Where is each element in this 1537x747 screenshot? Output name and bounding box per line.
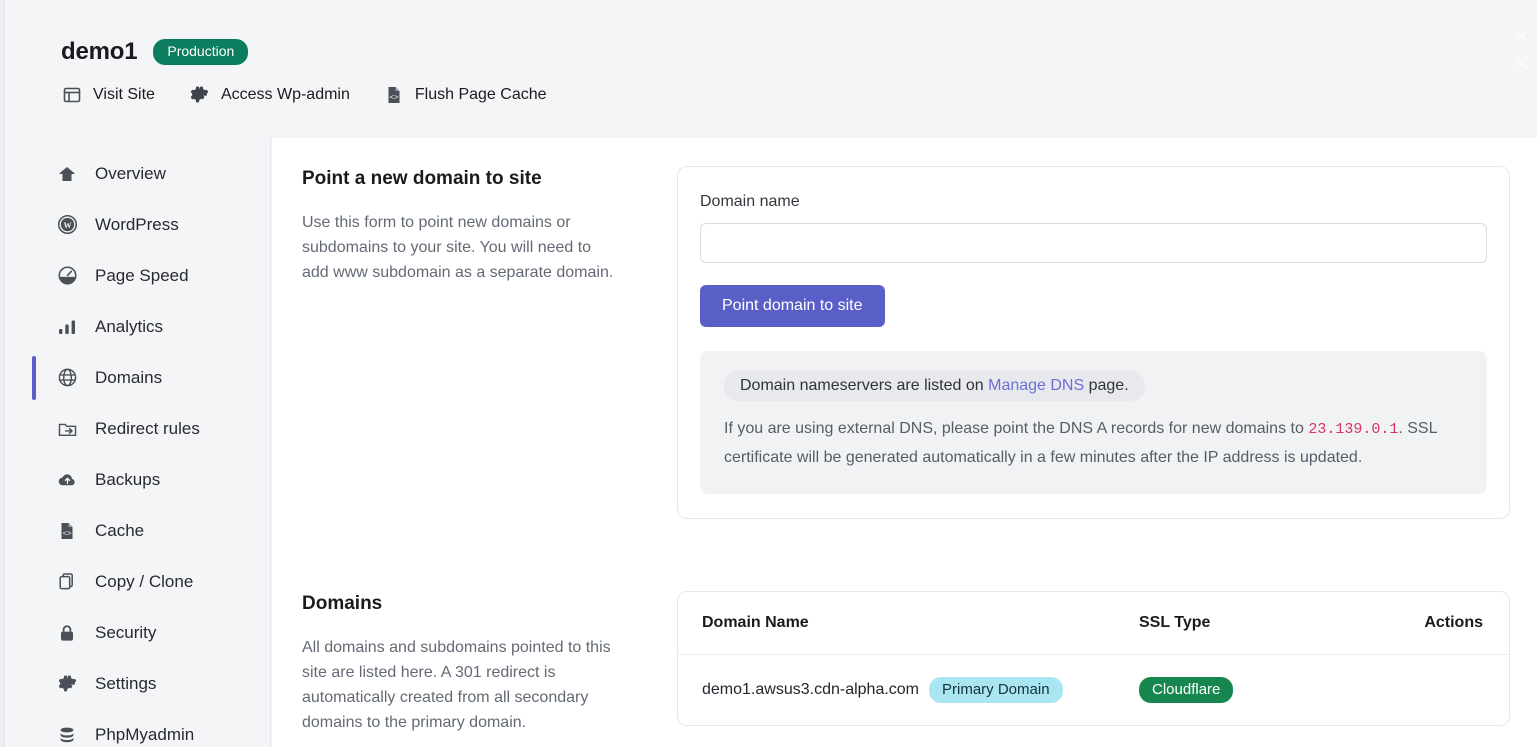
sidebar-label-security: Security	[95, 622, 157, 642]
flush-page-cache-label: Flush Page Cache	[414, 85, 547, 103]
bar-chart-icon	[56, 317, 78, 337]
point-domain-panel: Domain name Point domain to site Domain …	[677, 166, 1510, 519]
sidebar-item-overview[interactable]: Overview	[5, 148, 270, 199]
sidebar-label-copy-clone: Copy / Clone	[95, 571, 194, 591]
cell-actions[interactable]	[1369, 655, 1509, 726]
database-icon	[56, 725, 78, 745]
manage-dns-link[interactable]: Manage DNS	[988, 377, 1084, 394]
ssl-type-badge: Cloudflare	[1139, 677, 1234, 703]
site-title-row: demo1 Production	[61, 38, 249, 66]
home-icon	[56, 164, 78, 184]
domain-cell: demo1.awsus3.cdn-alpha.com Primary Domai…	[702, 677, 1139, 703]
sidebar-label-redirect-rules: Redirect rules	[95, 418, 200, 438]
cell-domain-name: demo1.awsus3.cdn-alpha.com Primary Domai…	[678, 655, 1139, 726]
visit-site-label: Visit Site	[93, 85, 155, 103]
page-title: demo1	[61, 38, 138, 65]
page-header: demo1 Production Visit Site Access Wp-ad…	[5, 0, 1537, 138]
wordpress-icon: W	[56, 214, 78, 235]
environment-badge: Production	[153, 39, 249, 65]
access-wp-admin-label: Access Wp-admin	[220, 85, 350, 103]
point-domain-info: Point a new domain to site Use this form…	[302, 138, 677, 519]
domains-info: Domains All domains and subdomains point…	[302, 563, 677, 735]
column-domain-name: Domain Name	[678, 592, 1139, 655]
domains-description: All domains and subdomains pointed to th…	[302, 639, 611, 731]
svg-text:<>: <>	[62, 530, 72, 538]
dns-notice-chip-before: Domain nameservers are listed on	[740, 377, 989, 394]
lock-icon	[56, 623, 78, 643]
domains-table-body: demo1.awsus3.cdn-alpha.com Primary Domai…	[678, 655, 1509, 726]
app-root: demo1 Production Visit Site Access Wp-ad…	[0, 0, 1537, 747]
svg-text:<>: <>	[389, 94, 399, 102]
main-content: Point a new domain to site Use this form…	[272, 138, 1537, 747]
cloud-upload-icon	[56, 470, 78, 490]
flush-page-cache-button[interactable]: <> Flush Page Cache	[384, 85, 547, 105]
table-row: demo1.awsus3.cdn-alpha.com Primary Domai…	[678, 655, 1509, 726]
dns-notice-chip: Domain nameservers are listed on Manage …	[724, 371, 1145, 401]
point-domain-description: Use this form to point new domains or su…	[302, 214, 614, 281]
gauge-icon	[56, 265, 78, 286]
domains-section: Domains All domains and subdomains point…	[272, 563, 1537, 735]
gear-icon-sidebar	[56, 673, 78, 694]
sidebar: Overview W WordPress Page Speed Analytic…	[5, 138, 271, 747]
access-wp-admin-button[interactable]: Access Wp-admin	[189, 84, 350, 105]
browser-window-icon	[62, 85, 82, 105]
sidebar-label-wordpress: WordPress	[95, 214, 179, 234]
sidebar-label-page-speed: Page Speed	[95, 265, 189, 285]
domains-title: Domains	[302, 593, 383, 614]
sidebar-label-domains: Domains	[95, 367, 163, 387]
sidebar-item-backups[interactable]: Backups	[5, 454, 270, 505]
point-domain-title: Point a new domain to site	[302, 168, 542, 189]
file-code-icon: <>	[384, 85, 404, 105]
sidebar-label-settings: Settings	[95, 673, 157, 693]
domain-name-text: demo1.awsus3.cdn-alpha.com	[702, 681, 920, 698]
close-icon[interactable]	[1512, 26, 1531, 50]
point-domain-to-site-button[interactable]: Point domain to site	[700, 285, 885, 327]
visit-site-button[interactable]: Visit Site	[62, 85, 155, 105]
sidebar-label-backups: Backups	[95, 469, 161, 489]
domain-name-input[interactable]	[700, 223, 1487, 263]
sidebar-item-settings[interactable]: Settings	[5, 658, 270, 709]
gear-icon	[189, 84, 210, 105]
domains-panel: Domain Name SSL Type Actions demo1.awsus…	[677, 591, 1510, 726]
folder-arrow-icon	[56, 419, 78, 439]
close-marks-group	[1512, 26, 1531, 78]
svg-text:W: W	[63, 221, 71, 230]
dns-a-record-ip: 23.139.0.1	[1308, 421, 1399, 438]
domains-table: Domain Name SSL Type Actions demo1.awsus…	[678, 592, 1509, 725]
close-icon-secondary[interactable]	[1512, 54, 1531, 78]
sidebar-item-copy-clone[interactable]: Copy / Clone	[5, 556, 270, 607]
domain-name-label: Domain name	[700, 193, 800, 210]
dns-notice-body: If you are using external DNS, please po…	[724, 415, 1463, 472]
point-domain-form-wrap: Domain name Point domain to site Domain …	[677, 138, 1510, 519]
domains-table-head: Domain Name SSL Type Actions	[678, 592, 1509, 655]
sidebar-label-cache: Cache	[95, 520, 145, 540]
header-action-bar: Visit Site Access Wp-admin <> Flush Page…	[62, 84, 547, 105]
cell-ssl-type: Cloudflare	[1139, 655, 1369, 726]
sidebar-item-redirect-rules[interactable]: Redirect rules	[5, 403, 270, 454]
dns-notice-chip-after: page.	[1084, 377, 1129, 394]
sidebar-item-phpmyadmin[interactable]: PhpMyadmin	[5, 709, 270, 747]
globe-icon	[56, 367, 78, 388]
column-actions: Actions	[1369, 592, 1509, 655]
sidebar-item-cache[interactable]: <> Cache	[5, 505, 270, 556]
sidebar-label-overview: Overview	[95, 163, 166, 183]
copy-icon	[56, 572, 78, 592]
sidebar-item-page-speed[interactable]: Page Speed	[5, 250, 270, 301]
file-code-icon-sidebar: <>	[56, 521, 78, 541]
domains-table-wrap: Domain Name SSL Type Actions demo1.awsus…	[677, 563, 1510, 735]
dns-notice: Domain nameservers are listed on Manage …	[700, 351, 1487, 494]
table-header-row: Domain Name SSL Type Actions	[678, 592, 1509, 655]
sidebar-label-analytics: Analytics	[95, 316, 164, 336]
sidebar-item-security[interactable]: Security	[5, 607, 270, 658]
sidebar-item-domains[interactable]: Domains	[5, 352, 270, 403]
dns-notice-body-before: If you are using external DNS, please po…	[724, 420, 1309, 437]
sidebar-item-analytics[interactable]: Analytics	[5, 301, 270, 352]
primary-domain-badge: Primary Domain	[929, 677, 1063, 703]
sidebar-label-phpmyadmin: PhpMyadmin	[95, 724, 195, 744]
sidebar-item-wordpress[interactable]: W WordPress	[5, 199, 270, 250]
point-domain-section: Point a new domain to site Use this form…	[272, 138, 1537, 519]
column-ssl-type: SSL Type	[1139, 592, 1369, 655]
